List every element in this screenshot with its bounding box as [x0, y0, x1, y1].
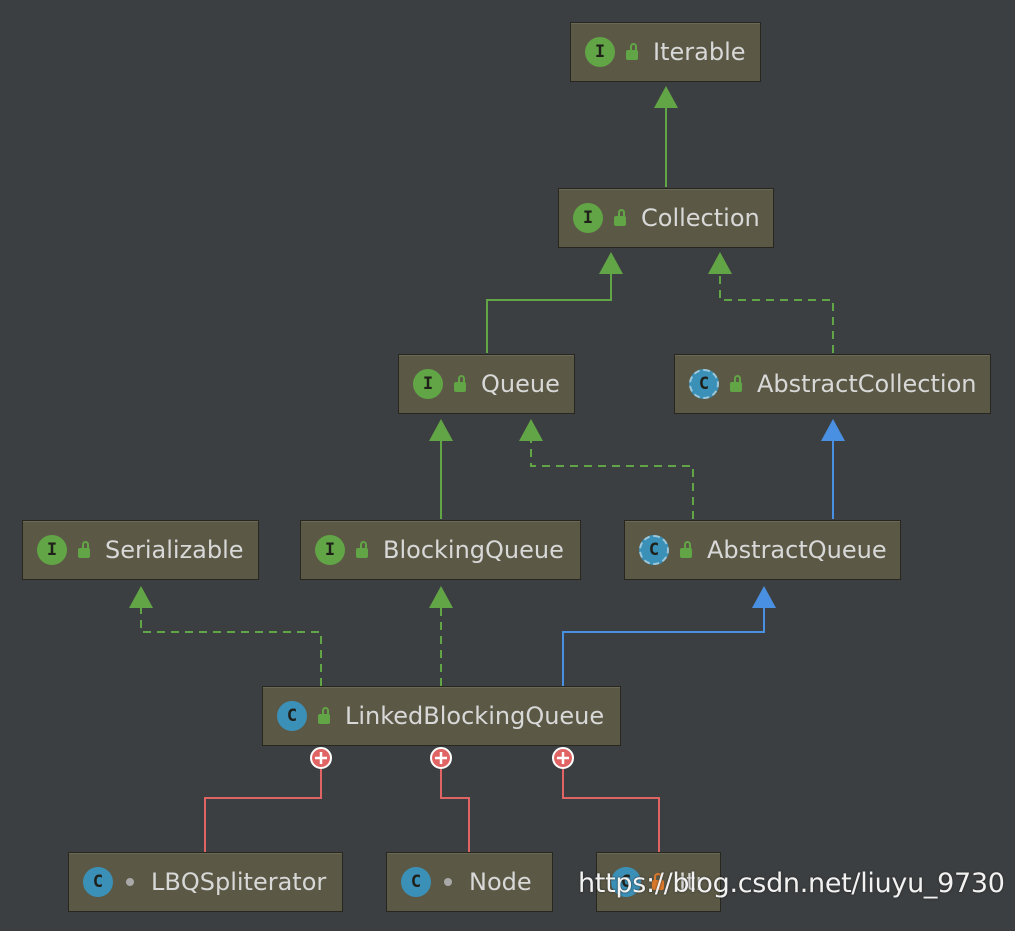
diagram-canvas	[129, 86, 845, 852]
abstract-class-icon: C	[639, 535, 669, 565]
edge-abstractqueue-queue	[519, 419, 694, 519]
class-icon: C	[277, 701, 307, 731]
edge-abstractcollection-collection	[708, 252, 834, 353]
public-lock-icon	[453, 375, 467, 393]
node-queue[interactable]: I Queue	[398, 354, 575, 414]
edge-abstractqueue-abstractcollection	[821, 419, 845, 519]
edge-lbqspliterator-inner	[204, 747, 332, 852]
node-label: Queue	[481, 370, 560, 398]
interface-icon: I	[573, 203, 603, 233]
edge-lbq-abstractqueue	[562, 586, 776, 686]
node-label: LBQSpliterator	[151, 868, 327, 896]
interface-icon: I	[37, 535, 67, 565]
edge-lbq-serializable	[129, 586, 322, 686]
public-lock-icon	[317, 707, 331, 725]
node-iterable[interactable]: I Iterable	[570, 22, 761, 82]
node-label: BlockingQueue	[383, 536, 564, 564]
node-lbq-spliterator[interactable]: C LBQSpliterator	[68, 852, 343, 912]
node-node[interactable]: C Node	[386, 852, 553, 912]
nested-class-icon: C	[83, 867, 113, 897]
node-abstract-queue[interactable]: C AbstractQueue	[624, 520, 901, 580]
edge-queue-collection	[486, 252, 623, 353]
node-collection[interactable]: I Collection	[558, 188, 774, 248]
package-private-icon	[441, 873, 455, 891]
interface-icon: I	[413, 369, 443, 399]
public-lock-icon	[613, 209, 627, 227]
node-label: Collection	[641, 204, 760, 232]
node-label: AbstractQueue	[707, 536, 887, 564]
edge-itr-inner	[552, 747, 660, 852]
node-label: Node	[469, 868, 532, 896]
node-label: Serializable	[105, 536, 244, 564]
public-lock-icon	[77, 541, 91, 559]
edge-lbq-blockingqueue	[429, 586, 453, 686]
watermark-url: https://blog.csdn.net/liuyu_9730	[578, 868, 1005, 899]
interface-icon: I	[585, 37, 615, 67]
node-label: AbstractCollection	[757, 370, 977, 398]
node-blocking-queue[interactable]: I BlockingQueue	[300, 520, 581, 580]
edge-collection-iterable	[654, 86, 678, 187]
package-private-icon	[123, 873, 137, 891]
node-abstract-collection[interactable]: C AbstractCollection	[674, 354, 991, 414]
public-lock-icon	[729, 375, 743, 393]
interface-icon: I	[315, 535, 345, 565]
node-label: LinkedBlockingQueue	[345, 702, 605, 730]
public-lock-icon	[355, 541, 369, 559]
node-linked-blocking-queue[interactable]: C LinkedBlockingQueue	[262, 686, 621, 746]
node-serializable[interactable]: I Serializable	[22, 520, 259, 580]
edge-node-inner	[430, 747, 470, 852]
public-lock-icon	[625, 43, 639, 61]
edge-blockingqueue-queue	[429, 419, 453, 519]
nested-class-icon: C	[401, 867, 431, 897]
node-label: Iterable	[653, 38, 746, 66]
abstract-class-icon: C	[689, 369, 719, 399]
public-lock-icon	[679, 541, 693, 559]
